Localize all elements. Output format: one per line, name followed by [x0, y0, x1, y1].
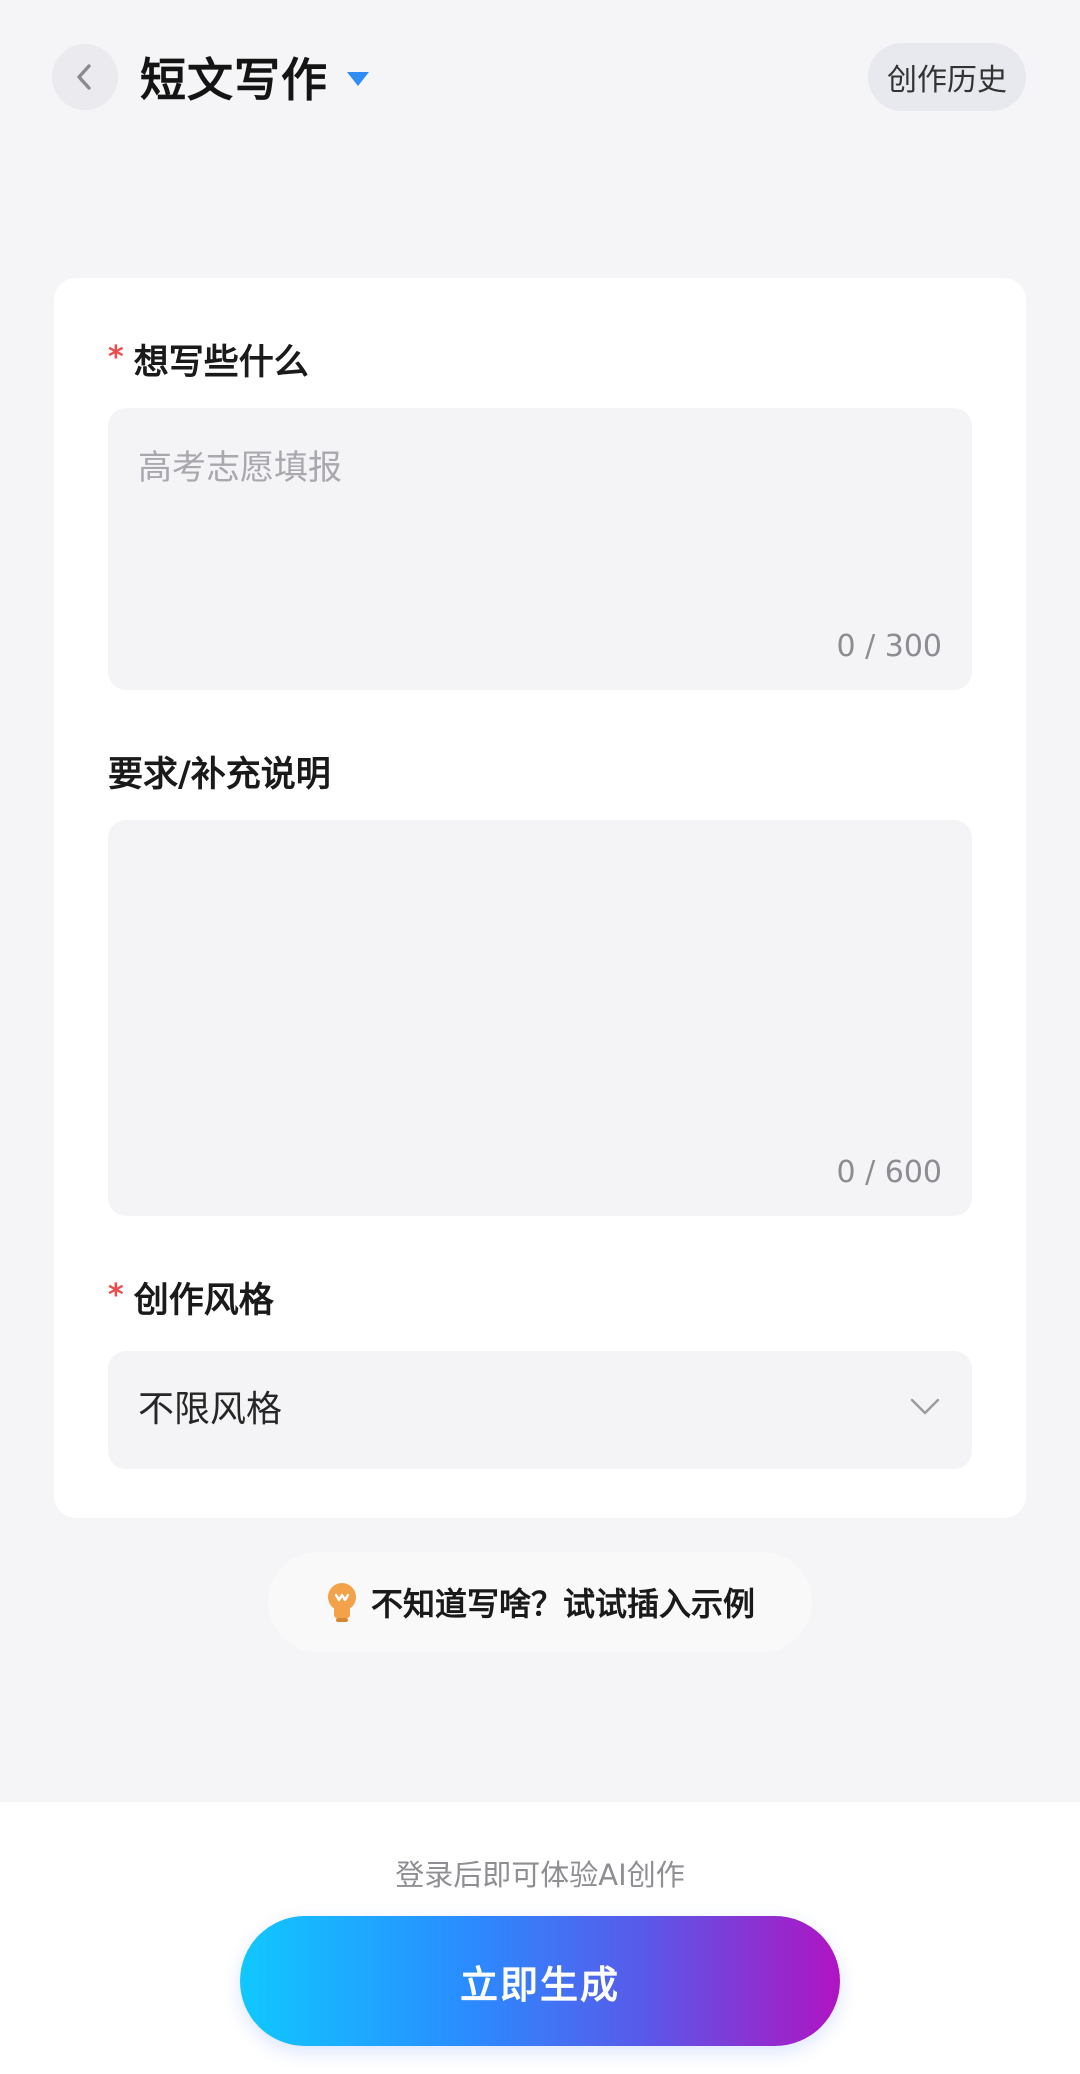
footer: 登录后即可体验AI创作 立即生成	[0, 1802, 1080, 2074]
required-mark: *	[108, 1278, 124, 1313]
header: 短文写作 创作历史	[0, 0, 1080, 160]
insert-example-button[interactable]: 不知道写啥？试试插入示例	[268, 1552, 812, 1652]
style-label: * 创作风格	[108, 1272, 274, 1323]
back-button[interactable]	[52, 44, 118, 110]
page-title: 短文写作	[140, 53, 328, 107]
requirements-textarea[interactable]: 0 / 600	[108, 820, 972, 1216]
requirements-label-text: 要求/补充说明	[108, 755, 331, 795]
lightbulb-icon	[327, 1583, 356, 1622]
insert-example-label: 不知道写啥？试试插入示例	[370, 1585, 755, 1623]
required-mark: *	[108, 340, 124, 375]
topic-placeholder: 高考志愿填报	[138, 448, 342, 488]
style-label-text: 创作风格	[133, 1281, 274, 1321]
chevron-down-icon	[910, 1398, 940, 1415]
history-button[interactable]: 创作历史	[868, 43, 1026, 111]
title-dropdown[interactable]: 短文写作	[140, 42, 370, 112]
requirements-counter: 0 / 600	[836, 1155, 942, 1190]
form-card: * 想写些什么 高考志愿填报 0 / 300 要求/补充说明 0 / 600 *…	[54, 278, 1026, 1518]
requirements-label: 要求/补充说明	[108, 746, 331, 797]
style-selected-value: 不限风格	[138, 1389, 283, 1430]
triangle-down-icon	[347, 72, 369, 86]
topic-counter: 0 / 300	[836, 629, 942, 664]
topic-label-text: 想写些什么	[133, 343, 309, 383]
generate-label: 立即生成	[459, 1962, 620, 2007]
topic-textarea[interactable]: 高考志愿填报 0 / 300	[108, 408, 972, 690]
topic-label: * 想写些什么	[108, 334, 309, 385]
login-hint: 登录后即可体验AI创作	[395, 1858, 685, 1892]
generate-button[interactable]: 立即生成	[240, 1916, 840, 2046]
chevron-left-icon	[77, 64, 91, 90]
style-select[interactable]: 不限风格	[108, 1351, 972, 1469]
